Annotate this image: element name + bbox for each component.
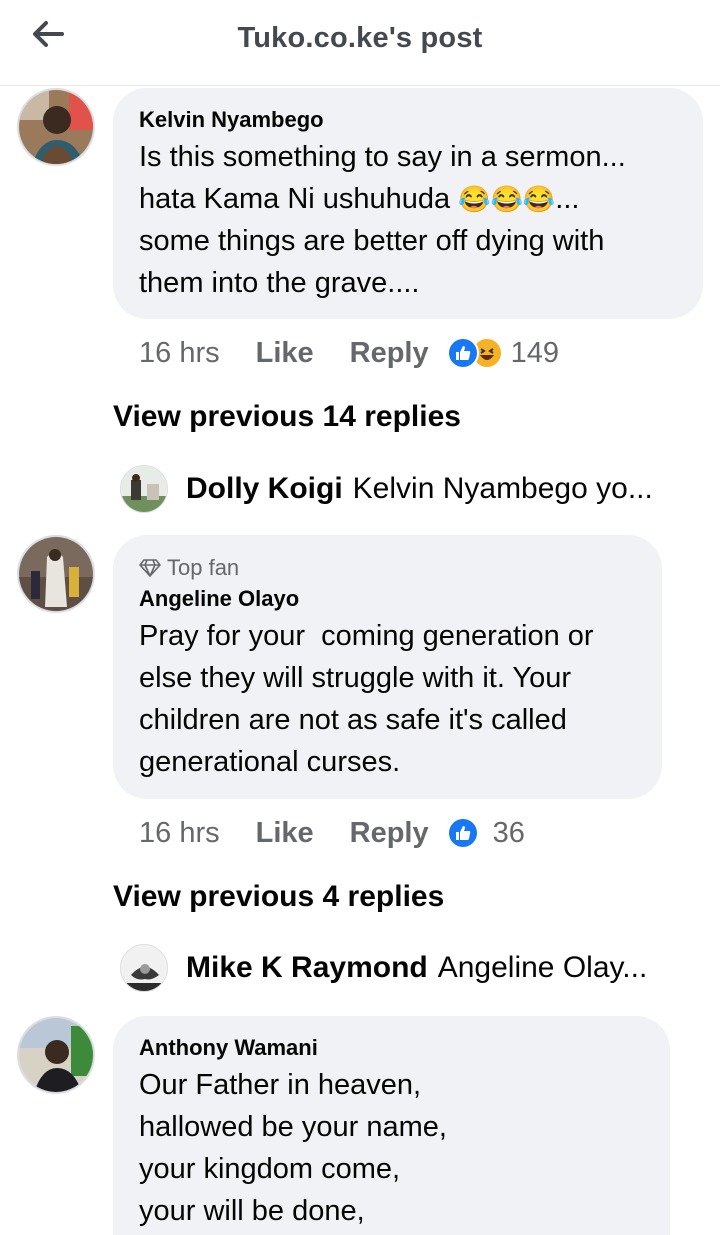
- reply-button[interactable]: Reply: [350, 337, 429, 370]
- comment-text: Our Father in heaven, hallowed be your n…: [139, 1064, 644, 1232]
- badge-label: Top fan: [167, 555, 240, 580]
- avatar[interactable]: [17, 535, 95, 613]
- comment-line: Is this something to say in a sermon...: [139, 141, 626, 173]
- reaction-count: 36: [492, 816, 525, 849]
- reactions-summary[interactable]: 36: [446, 816, 525, 850]
- comment-line: Pray for your coming generation or: [139, 620, 594, 652]
- reply-snippet: Angeline Olay...: [437, 951, 648, 984]
- page-title: Tuko.co.ke's post: [237, 22, 483, 54]
- comment-text: Pray for your coming generation or else …: [139, 615, 636, 783]
- comment-actions: 16 hrs Like Reply 36: [139, 813, 525, 853]
- like-icon: [446, 337, 479, 369]
- latest-reply-preview[interactable]: Mike K Raymond Angeline Olay...: [120, 943, 647, 993]
- avatar[interactable]: [17, 1016, 95, 1094]
- diamond-icon: [139, 559, 161, 577]
- comment-actions: 16 hrs Like Reply 149: [139, 333, 559, 373]
- comment-timestamp[interactable]: 16 hrs: [139, 817, 220, 850]
- avatar[interactable]: [120, 465, 168, 513]
- reply-snippet: Kelvin Nyambego yo...: [352, 472, 653, 505]
- view-previous-replies[interactable]: View previous 14 replies: [113, 400, 461, 434]
- ellipsis-text: ...: [555, 183, 580, 215]
- comment-line: generational curses.: [139, 746, 401, 778]
- comment-line: some things are better off dying with: [139, 225, 605, 257]
- comment-line: your will be done,: [139, 1195, 365, 1227]
- comment-line: hallowed be your name,: [139, 1111, 447, 1143]
- avatar[interactable]: [120, 944, 168, 992]
- top-fan-badge: Top fan: [139, 553, 636, 583]
- comment-line: them into the grave....: [139, 267, 420, 299]
- latest-reply-preview[interactable]: Dolly Koigi Kelvin Nyambego yo...: [120, 464, 653, 514]
- comment-author[interactable]: Angeline Olayo: [139, 583, 636, 615]
- comment-line: Our Father in heaven,: [139, 1069, 422, 1101]
- like-button[interactable]: Like: [256, 817, 314, 850]
- view-previous-replies[interactable]: View previous 4 replies: [113, 880, 444, 914]
- comment-author[interactable]: Anthony Wamani: [139, 1032, 644, 1064]
- comment-line: else they will struggle with it. Your: [139, 662, 571, 694]
- reply-author[interactable]: Dolly Koigi: [186, 472, 343, 506]
- comment-text: Is this something to say in a sermon... …: [139, 136, 677, 304]
- comment-line: your kingdom come,: [139, 1153, 401, 1185]
- laughing-emojis-icon: 😂😂😂: [458, 184, 556, 214]
- comment-line: children are not as safe it's called: [139, 704, 567, 736]
- comment-author[interactable]: Kelvin Nyambego: [139, 104, 677, 136]
- like-button[interactable]: Like: [256, 337, 314, 370]
- avatar[interactable]: [17, 88, 95, 166]
- comment-bubble[interactable]: Top fan Angeline Olayo Pray for your com…: [113, 535, 662, 799]
- comment-bubble[interactable]: Anthony Wamani Our Father in heaven, hal…: [113, 1016, 670, 1235]
- comment-line-with-emoji: hata Kama Ni ushuhuda 😂😂😂 ...: [139, 178, 677, 220]
- reaction-count: 149: [510, 336, 560, 369]
- like-icon: [446, 817, 479, 849]
- reply-author[interactable]: Mike K Raymond: [186, 951, 428, 985]
- comment-line: hata Kama Ni ushuhuda: [139, 183, 451, 215]
- reactions-summary[interactable]: 149: [446, 336, 560, 370]
- comment-timestamp[interactable]: 16 hrs: [139, 337, 220, 370]
- reply-button[interactable]: Reply: [350, 817, 429, 850]
- post-header: Tuko.co.ke's post: [0, 0, 720, 86]
- comment-bubble[interactable]: Kelvin Nyambego Is this something to say…: [113, 88, 703, 319]
